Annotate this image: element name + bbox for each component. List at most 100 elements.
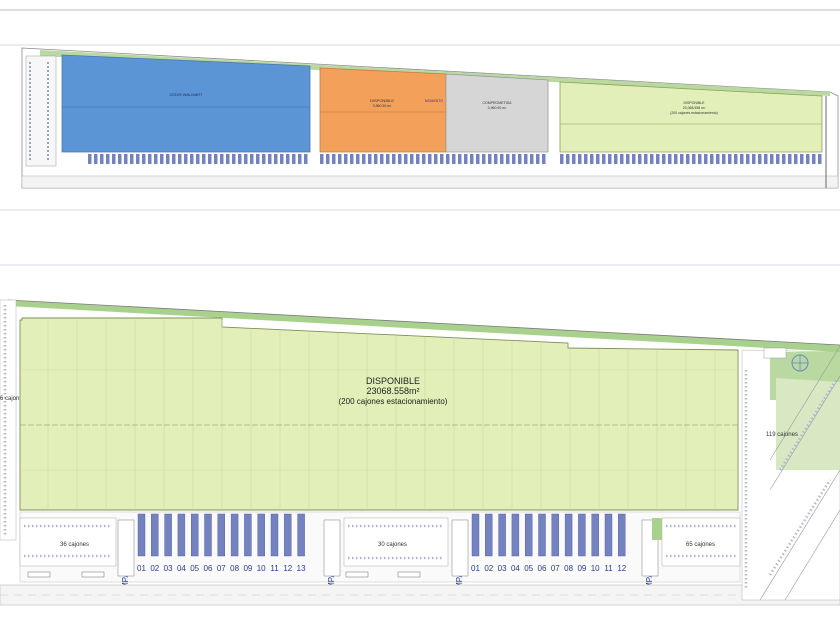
dock-number: 03 bbox=[164, 564, 173, 573]
overview-dock bbox=[428, 154, 432, 164]
overview-dock bbox=[566, 154, 570, 164]
overview-dock bbox=[596, 154, 600, 164]
overview-dock bbox=[112, 154, 116, 164]
overview-dock bbox=[542, 154, 546, 164]
overview-dock bbox=[536, 154, 540, 164]
overview-dock bbox=[464, 154, 468, 164]
overview-dock bbox=[298, 154, 302, 164]
loading-dock bbox=[177, 513, 186, 557]
loading-dock bbox=[525, 513, 533, 557]
dock-number: 11 bbox=[604, 564, 613, 573]
overview-dock bbox=[380, 154, 384, 164]
overview-dock bbox=[818, 154, 822, 164]
overview-plan: CEDIS WALMART DISPONIBLE 3,960.90 m² MOM… bbox=[21, 47, 839, 189]
parking-label-right: 65 cajones bbox=[686, 542, 715, 548]
overview-dock bbox=[764, 154, 768, 164]
overview-building-2-note: MOMENTO bbox=[425, 99, 443, 103]
overview-building-3-area: 3,960.90 m² bbox=[488, 106, 508, 110]
loading-dock bbox=[538, 513, 546, 557]
overview-dock bbox=[190, 154, 194, 164]
loading-dock bbox=[244, 513, 252, 557]
overview-dock bbox=[422, 154, 426, 164]
dock-number: 02 bbox=[484, 564, 493, 573]
loading-dock bbox=[591, 513, 599, 557]
loading-dock bbox=[618, 513, 626, 557]
overview-dock bbox=[578, 154, 582, 164]
loading-dock bbox=[511, 513, 520, 557]
dock-number: 09 bbox=[577, 564, 586, 573]
overview-dock bbox=[130, 154, 134, 164]
overview-dock bbox=[608, 154, 612, 164]
overview-dock bbox=[626, 154, 630, 164]
loading-dock bbox=[604, 513, 613, 557]
overview-building-3: COMPROMETIDA 3,960.90 m² bbox=[445, 73, 549, 153]
overview-dock bbox=[220, 154, 224, 164]
overview-dock bbox=[136, 154, 140, 164]
overview-dock bbox=[452, 154, 456, 164]
dock-number: 11 bbox=[270, 564, 279, 573]
parking-label-left: 36 cajones bbox=[60, 542, 89, 548]
overview-dock bbox=[392, 154, 396, 164]
overview-dock bbox=[434, 154, 438, 164]
overview-dock bbox=[338, 154, 342, 164]
loading-dock bbox=[204, 513, 212, 557]
dock-number: 07 bbox=[551, 564, 560, 573]
overview-left-parking bbox=[25, 55, 57, 167]
overview-dock bbox=[118, 154, 122, 164]
overview-dock bbox=[226, 154, 230, 164]
overview-dock bbox=[172, 154, 176, 164]
overview-dock bbox=[482, 154, 486, 164]
overview-dock bbox=[698, 154, 702, 164]
dock-number: 06 bbox=[538, 564, 547, 573]
overview-dock bbox=[782, 154, 786, 164]
overview-dock bbox=[214, 154, 218, 164]
overview-building-2-area: 3,960.90 m² bbox=[373, 104, 393, 108]
overview-dock bbox=[374, 154, 378, 164]
overview-dock bbox=[800, 154, 804, 164]
loading-dock bbox=[151, 513, 159, 557]
overview-dock bbox=[602, 154, 606, 164]
overview-dock bbox=[704, 154, 708, 164]
overview-dock bbox=[680, 154, 684, 164]
loading-dock bbox=[230, 513, 239, 557]
loading-dock bbox=[284, 513, 292, 557]
overview-dock bbox=[650, 154, 654, 164]
overview-dock bbox=[106, 154, 110, 164]
overview-dock bbox=[100, 154, 104, 164]
overview-building-4-label: DISPONIBLE bbox=[683, 101, 705, 105]
overview-dock bbox=[280, 154, 284, 164]
overview-dock bbox=[344, 154, 348, 164]
overview-dock bbox=[620, 154, 624, 164]
overview-dock bbox=[94, 154, 98, 164]
overview-dock bbox=[728, 154, 732, 164]
overview-dock bbox=[524, 154, 528, 164]
right-grass-strip bbox=[652, 518, 662, 540]
overview-dock bbox=[734, 154, 738, 164]
overview-dock bbox=[196, 154, 200, 164]
loading-dock bbox=[137, 513, 146, 557]
dock-number: 05 bbox=[524, 564, 533, 573]
dock-number: 12 bbox=[283, 564, 292, 573]
overview-dock bbox=[776, 154, 780, 164]
overview-dock bbox=[614, 154, 618, 164]
overview-dock bbox=[332, 154, 336, 164]
overview-dock bbox=[710, 154, 714, 164]
dock-number: 08 bbox=[230, 564, 239, 573]
overview-building-1-label: CEDIS WALMART bbox=[169, 92, 203, 97]
loading-dock bbox=[485, 513, 493, 557]
overview-dock bbox=[572, 154, 576, 164]
loading-dock bbox=[498, 513, 506, 557]
overview-building-1: CEDIS WALMART bbox=[61, 54, 311, 153]
loading-dock bbox=[270, 513, 279, 557]
site-plan: CEDIS WALMART DISPONIBLE 3,960.90 m² MOM… bbox=[0, 9, 840, 606]
loading-dock bbox=[190, 513, 199, 557]
overview-dock bbox=[356, 154, 360, 164]
dock-number: 04 bbox=[511, 564, 520, 573]
overview-dock bbox=[202, 154, 206, 164]
overview-dock bbox=[716, 154, 720, 164]
overview-dock bbox=[148, 154, 152, 164]
detail-building: DISPONIBLE 23068.558m² (200 cajones esta… bbox=[19, 317, 739, 511]
parking-label-side: 119 cajones bbox=[766, 432, 798, 438]
overview-dock bbox=[806, 154, 810, 164]
overview-dock bbox=[440, 154, 444, 164]
